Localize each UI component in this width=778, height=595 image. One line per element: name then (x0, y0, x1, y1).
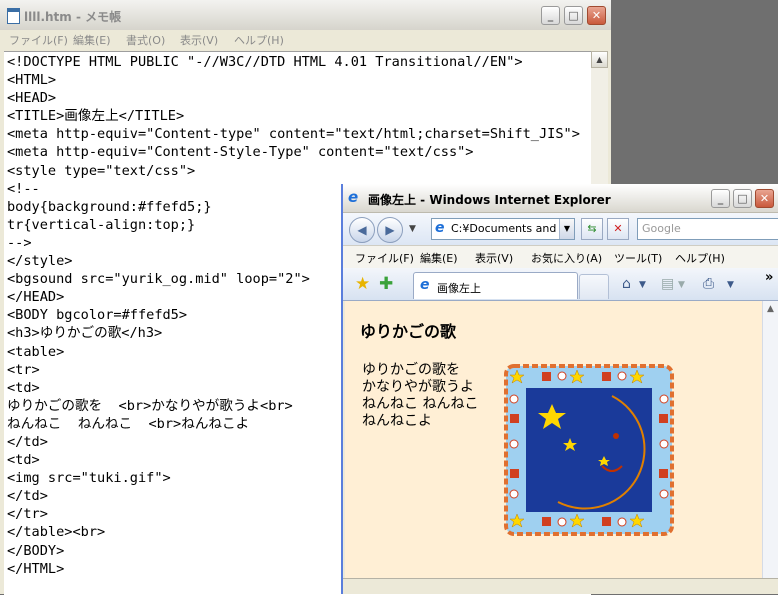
code-line: <HTML> (7, 72, 57, 89)
ie-title: 画像左上 - Windows Internet Explorer (368, 193, 611, 207)
feeds-icon[interactable]: ▤ (661, 276, 674, 292)
code-line: <style type="text/css"> (7, 162, 196, 179)
forward-button[interactable]: ▶ (377, 217, 403, 243)
ie-close-button[interactable]: ✕ (755, 189, 774, 208)
ie-navigation-bar: ◀ ▶ ▼ e C:¥Documents and S ▼ ⇆ ✕ Google (343, 213, 778, 245)
tab-label: 画像左上 (437, 282, 481, 295)
ie-scroll-up-arrow-icon[interactable]: ▲ (767, 304, 774, 314)
address-bar[interactable]: e C:¥Documents and S ▼ (431, 218, 575, 240)
lyrics-line-2: かなりやが歌うよ (362, 379, 474, 395)
feeds-dropdown-icon[interactable]: ▼ (678, 280, 685, 290)
notepad-title-bar[interactable]: llll.htm - メモ帳 _ □ ✕ (0, 0, 611, 31)
ie-menu-file[interactable]: ファイル(F) (355, 250, 414, 266)
ie-menu-bar: ファイル(F) 編集(E) 表示(V) お気に入り(A) ツール(T) ヘルプ(… (343, 245, 778, 268)
ie-status-bar (343, 578, 778, 594)
home-icon[interactable]: ⌂ (622, 276, 631, 292)
maximize-button[interactable]: □ (564, 6, 583, 25)
print-icon[interactable]: ⎙ (703, 276, 714, 292)
tab-page-icon: e (420, 277, 430, 293)
ie-window: e 画像左上 - Windows Internet Explorer _ □ ✕… (341, 184, 778, 594)
lyrics-line-3: ねんねこ ねんねこ (362, 396, 479, 412)
minimize-button[interactable]: _ (541, 6, 560, 25)
lyrics-line-4: ねんねこよ (362, 413, 432, 429)
lyrics-line-1: ゆりかごの歌を (362, 362, 460, 378)
ie-logo-icon: e (348, 188, 359, 206)
ie-minimize-button[interactable]: _ (711, 189, 730, 208)
favorites-star-icon[interactable]: ★ (355, 274, 370, 294)
page-icon: e (435, 220, 445, 236)
stop-icon[interactable]: ✕ (607, 218, 629, 240)
lyrics-cell: ゆりかごの歌を かなりやが歌うよ ねんねこ ねんねこ ねんねこよ (362, 362, 478, 430)
code-line: <meta http-equiv="Content-Style-Type" co… (7, 144, 474, 161)
ie-title-bar[interactable]: e 画像左上 - Windows Internet Explorer _ □ ✕ (343, 184, 778, 213)
address-text: C:¥Documents and S (451, 222, 561, 235)
scroll-up-arrow-icon[interactable]: ▲ (591, 51, 608, 68)
code-line: <TITLE>画像左上</TITLE> (7, 108, 185, 125)
back-button[interactable]: ◀ (349, 217, 375, 243)
ie-menu-tools[interactable]: ツール(T) (614, 250, 662, 266)
code-line: <HEAD> (7, 90, 57, 107)
menu-edit[interactable]: 編集(E) (73, 32, 111, 48)
menu-file[interactable]: ファイル(F) (9, 32, 68, 48)
notepad-app-icon (7, 8, 20, 24)
ie-vertical-scrollbar[interactable]: ▲ (762, 301, 778, 578)
ie-menu-edit[interactable]: 編集(E) (420, 250, 458, 266)
moon-image (504, 364, 674, 536)
notepad-menu-bar: ファイル(F) 編集(E) 書式(O) 表示(V) ヘルプ(H) (0, 30, 611, 50)
ie-tab-bar: ★ ✚ e 画像左上 ⌂ ▼ ▤ ▼ ⎙ ▼ » (343, 268, 778, 301)
page-content: ゆりかごの歌 ゆりかごの歌を かなりやが歌うよ ねんねこ ねんねこ ねんねこよ (345, 301, 762, 578)
ie-menu-help[interactable]: ヘルプ(H) (675, 250, 725, 266)
add-favorites-icon[interactable]: ✚ (379, 274, 393, 294)
menu-view[interactable]: 表示(V) (180, 32, 218, 48)
history-dropdown-icon[interactable]: ▼ (409, 224, 416, 234)
home-dropdown-icon[interactable]: ▼ (639, 280, 646, 290)
ie-menu-view[interactable]: 表示(V) (475, 250, 513, 266)
toolbar-overflow-chevron-icon[interactable]: » (765, 270, 773, 285)
code-line: <!DOCTYPE HTML PUBLIC "-//W3C//DTD HTML … (7, 54, 523, 70)
ie-menu-favorites[interactable]: お気に入り(A) (531, 250, 602, 266)
close-button[interactable]: ✕ (587, 6, 606, 25)
notepad-title: llll.htm - メモ帳 (24, 10, 122, 24)
new-tab-button[interactable] (579, 274, 609, 299)
page-heading: ゆりかごの歌 (360, 322, 457, 341)
code-line: <meta http-equiv="Content-type" content=… (7, 126, 580, 143)
refresh-icon[interactable]: ⇆ (581, 218, 603, 240)
search-input[interactable]: Google (637, 218, 778, 240)
print-dropdown-icon[interactable]: ▼ (727, 280, 734, 290)
address-dropdown-icon[interactable]: ▼ (559, 219, 574, 239)
tab-current[interactable]: e 画像左上 (413, 272, 578, 299)
ie-maximize-button[interactable]: □ (733, 189, 752, 208)
menu-help[interactable]: ヘルプ(H) (234, 32, 284, 48)
menu-format[interactable]: 書式(O) (126, 32, 165, 48)
